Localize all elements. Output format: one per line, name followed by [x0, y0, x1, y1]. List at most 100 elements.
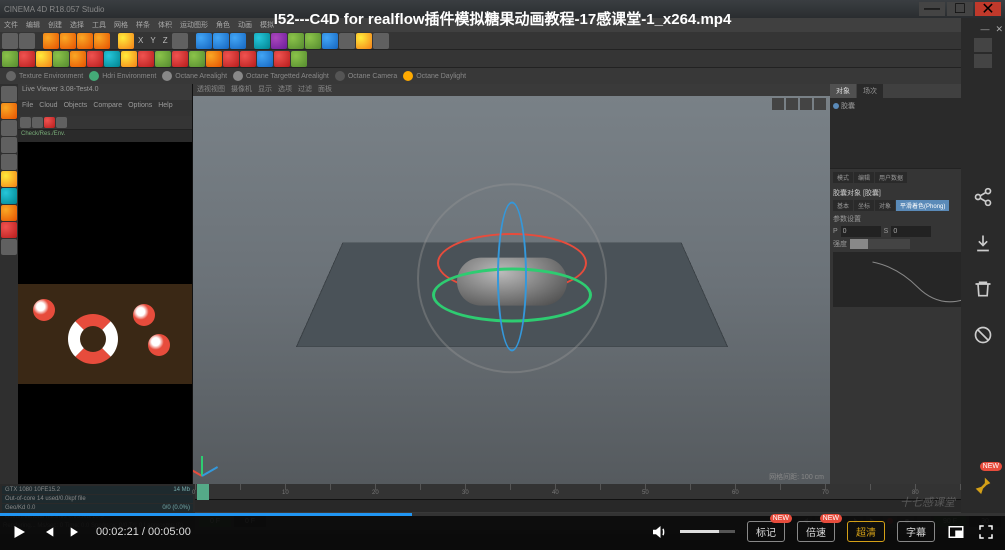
volume-icon[interactable] [650, 523, 668, 541]
menu-item[interactable]: 动画 [238, 20, 252, 30]
render-settings-icon[interactable] [213, 33, 229, 49]
tool-icon[interactable] [53, 51, 69, 67]
tool-icon[interactable] [230, 33, 246, 49]
menu-item[interactable]: 角色 [216, 20, 230, 30]
attr-input[interactable] [891, 226, 931, 237]
x-axis-toggle[interactable]: X [135, 36, 146, 45]
play-button[interactable] [10, 523, 28, 541]
tool-icon[interactable] [155, 51, 171, 67]
tool-icon[interactable] [274, 51, 290, 67]
mark-button[interactable]: 标记NEW [747, 521, 785, 542]
light-icon[interactable] [356, 33, 372, 49]
undo-icon[interactable] [2, 33, 18, 49]
menu-item[interactable]: 模拟 [260, 20, 274, 30]
spline-icon[interactable] [271, 33, 287, 49]
tool-icon[interactable] [189, 51, 205, 67]
cube-primitive-icon[interactable] [254, 33, 270, 49]
timeline-playhead[interactable] [197, 484, 209, 500]
tool-icon[interactable] [70, 51, 86, 67]
window-maximize[interactable]: □ [947, 2, 973, 16]
timeline-track[interactable] [195, 500, 1005, 512]
strength-slider[interactable] [850, 239, 910, 249]
pip-icon[interactable] [947, 523, 965, 541]
poly-mode-icon[interactable] [1, 154, 17, 170]
tool-icon[interactable] [2, 51, 18, 67]
menu-item[interactable]: 工具 [92, 20, 106, 30]
tool-icon[interactable] [257, 51, 273, 67]
tool-icon[interactable] [172, 51, 188, 67]
texture-mode-icon[interactable] [1, 171, 17, 187]
takes-tab[interactable]: 场次 [857, 84, 883, 98]
fullscreen-icon[interactable] [977, 523, 995, 541]
tool-icon[interactable] [240, 51, 256, 67]
tool-icon[interactable] [20, 117, 31, 128]
octane-daylight[interactable]: Octane Daylight [403, 71, 466, 81]
move-tool-icon[interactable] [60, 33, 76, 49]
menu-item[interactable]: 编辑 [26, 20, 40, 30]
share-icon[interactable] [970, 184, 996, 210]
attr-edit-tab[interactable]: 编辑 [854, 172, 874, 183]
object-mode-icon[interactable] [1, 103, 17, 119]
model-mode-icon[interactable] [1, 86, 17, 102]
generator-icon[interactable] [288, 33, 304, 49]
delete-icon[interactable] [970, 276, 996, 302]
redo-icon[interactable] [19, 33, 35, 49]
attr-userdata-tab[interactable]: 用户数据 [875, 172, 907, 183]
tool-icon[interactable] [118, 33, 134, 49]
viewport-nav-icon[interactable] [800, 98, 812, 110]
render-icon[interactable] [196, 33, 212, 49]
attr-object-tab[interactable]: 对象 [875, 200, 895, 211]
select-tool-icon[interactable] [43, 33, 59, 49]
rotation-gizmo-z[interactable] [497, 202, 527, 352]
timeline-ruler[interactable]: 0102030405060708090 [195, 484, 1005, 500]
generator-icon[interactable] [305, 33, 321, 49]
window-minimize[interactable]: — [919, 2, 945, 16]
workplane-icon[interactable] [1, 188, 17, 204]
octane-texture-env[interactable]: Texture Environment [6, 71, 83, 81]
z-axis-toggle[interactable]: Z [160, 36, 171, 45]
tool-icon[interactable] [36, 51, 52, 67]
tool-icon[interactable] [104, 51, 120, 67]
menu-item[interactable]: 运动图形 [180, 20, 208, 30]
rotate-tool-icon[interactable] [94, 33, 110, 49]
tool-icon[interactable] [1, 222, 17, 238]
tool-icon[interactable] [56, 117, 67, 128]
subtitle-button[interactable]: 字幕 [897, 521, 935, 542]
attr-input[interactable] [841, 226, 881, 237]
tool-icon[interactable] [19, 51, 35, 67]
y-axis-toggle[interactable]: Y [147, 36, 158, 45]
point-mode-icon[interactable] [1, 120, 17, 136]
scale-tool-icon[interactable] [77, 33, 93, 49]
deformer-icon[interactable] [322, 33, 338, 49]
window-close[interactable]: ✕ [975, 2, 1001, 16]
tool-icon[interactable] [138, 51, 154, 67]
attr-basic-tab[interactable]: 基本 [833, 200, 853, 211]
speed-button[interactable]: 倍速NEW [797, 521, 835, 542]
attr-coord-tab[interactable]: 坐标 [854, 200, 874, 211]
objects-tab[interactable]: 对象 [830, 84, 856, 98]
attr-mode-tab[interactable]: 模式 [833, 172, 853, 183]
menu-item[interactable]: 创建 [48, 20, 62, 30]
download-icon[interactable] [970, 230, 996, 256]
tool-icon[interactable] [44, 117, 55, 128]
viewport-nav-icon[interactable] [814, 98, 826, 110]
octane-hdri-env[interactable]: Hdri Environment [89, 71, 156, 81]
menu-item[interactable]: 网格 [114, 20, 128, 30]
block-icon[interactable] [970, 322, 996, 348]
tool-icon[interactable] [1, 205, 17, 221]
prev-button[interactable] [40, 524, 56, 540]
edge-mode-icon[interactable] [1, 137, 17, 153]
octane-camera[interactable]: Octane Camera [335, 71, 397, 81]
progress-bar[interactable] [0, 513, 1005, 516]
octane-targetted-arealight[interactable]: Octane Targetted Arealight [233, 71, 329, 81]
menu-item[interactable]: 体积 [158, 20, 172, 30]
menu-item[interactable]: 选择 [70, 20, 84, 30]
tool-icon[interactable] [172, 33, 188, 49]
menu-item[interactable]: 文件 [4, 20, 18, 30]
sidebar-thumb[interactable] [974, 38, 992, 52]
tool-icon[interactable] [32, 117, 43, 128]
viewport-3d[interactable]: 透视视图 摄像机 显示 选项 过滤 面板 [193, 84, 830, 484]
attr-phong-tab[interactable]: 平滑着色(Phong) [896, 200, 949, 211]
tool-icon[interactable] [223, 51, 239, 67]
tool-icon[interactable] [291, 51, 307, 67]
